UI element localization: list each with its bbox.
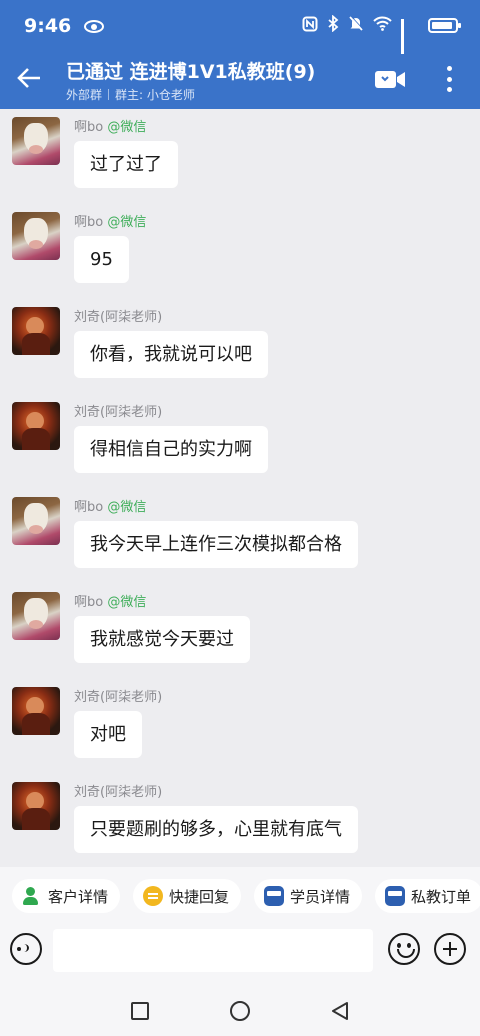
chat-subtitle: 外部群 群主: 小仓老师 [66, 86, 195, 103]
hero-avatar[interactable] [12, 782, 60, 830]
quick-reply-icon [143, 886, 163, 906]
nfc-icon [302, 16, 318, 36]
private-order-button[interactable]: 私教订单 [375, 879, 480, 913]
top-bar: 9:46 已通过 连进博1V1私教班(9) 外部群 群主: 小仓老师 [0, 0, 480, 109]
customer-details-button[interactable]: 客户详情 [12, 879, 121, 913]
student-icon [264, 886, 284, 906]
message-bubble[interactable]: 对吧 [74, 711, 142, 758]
more-options-icon[interactable] [441, 64, 457, 94]
message-bubble[interactable]: 只要题刷的够多，心里就有底气 [74, 806, 358, 853]
video-call-icon[interactable] [374, 68, 406, 90]
cow-avatar[interactable] [12, 212, 60, 260]
student-details-button[interactable]: 学员详情 [254, 879, 363, 913]
voice-input-icon[interactable] [10, 933, 42, 965]
message-bubble[interactable]: 过了过了 [74, 141, 178, 188]
sender-name: 啊bo @微信 [74, 595, 147, 610]
emoji-icon[interactable] [388, 933, 420, 965]
back-arrow-icon[interactable] [14, 63, 44, 93]
hero-avatar[interactable] [12, 687, 60, 735]
bluetooth-icon [327, 14, 339, 36]
sender-name: 刘奇(阿柒老师) [74, 310, 163, 325]
customer-icon [22, 886, 42, 906]
message-bubble[interactable]: 95 [74, 236, 129, 283]
system-icons [302, 14, 461, 54]
sender-name: 刘奇(阿柒老师) [74, 405, 163, 420]
cow-avatar[interactable] [12, 117, 60, 165]
eye-icon [84, 20, 104, 33]
cow-avatar[interactable] [12, 497, 60, 545]
message-bubble[interactable]: 得相信自己的实力啊 [74, 426, 268, 473]
hero-avatar[interactable] [12, 307, 60, 355]
sender-name: 刘奇(阿柒老师) [74, 690, 163, 705]
chat-title: 已通过 连进博1V1私教班(9) [66, 61, 316, 83]
home-icon[interactable] [230, 1001, 250, 1021]
message-list[interactable]: 啊bo @微信 过了过了 啊bo @微信 95 刘奇(阿柒老师) 你看，我就说可… [0, 109, 480, 867]
message-bubble[interactable]: 我今天早上连作三次模拟都合格 [74, 521, 358, 568]
nav-back-icon[interactable] [331, 1001, 349, 1021]
order-icon [385, 886, 405, 906]
group-type-label: 外部群 [66, 88, 103, 102]
sender-name: 啊bo @微信 [74, 500, 147, 515]
message-input[interactable] [53, 929, 373, 972]
system-nav-bar [0, 987, 480, 1036]
sender-name: 刘奇(阿柒老师) [74, 785, 163, 800]
plus-icon[interactable] [434, 933, 466, 965]
status-bar: 9:46 [0, 0, 480, 54]
signal-icon [401, 18, 419, 54]
cow-avatar[interactable] [12, 592, 60, 640]
recent-apps-icon[interactable] [131, 1002, 149, 1020]
message-bubble[interactable]: 我就感觉今天要过 [74, 616, 250, 663]
battery-icon [428, 18, 461, 33]
group-owner-label: 群主: 小仓老师 [115, 88, 195, 102]
sender-name: 啊bo @微信 [74, 120, 147, 135]
subtitle-divider [108, 89, 110, 100]
quick-reply-button[interactable]: 快捷回复 [133, 879, 242, 913]
message-bubble[interactable]: 你看，我就说可以吧 [74, 331, 268, 378]
mute-icon [348, 15, 364, 36]
status-time: 9:46 [24, 15, 72, 37]
wifi-icon [373, 16, 392, 35]
hero-avatar[interactable] [12, 402, 60, 450]
quick-actions-bar: 客户详情 快捷回复 学员详情 私教订单 [0, 867, 480, 927]
sender-name: 啊bo @微信 [74, 215, 147, 230]
input-bar [0, 927, 480, 987]
